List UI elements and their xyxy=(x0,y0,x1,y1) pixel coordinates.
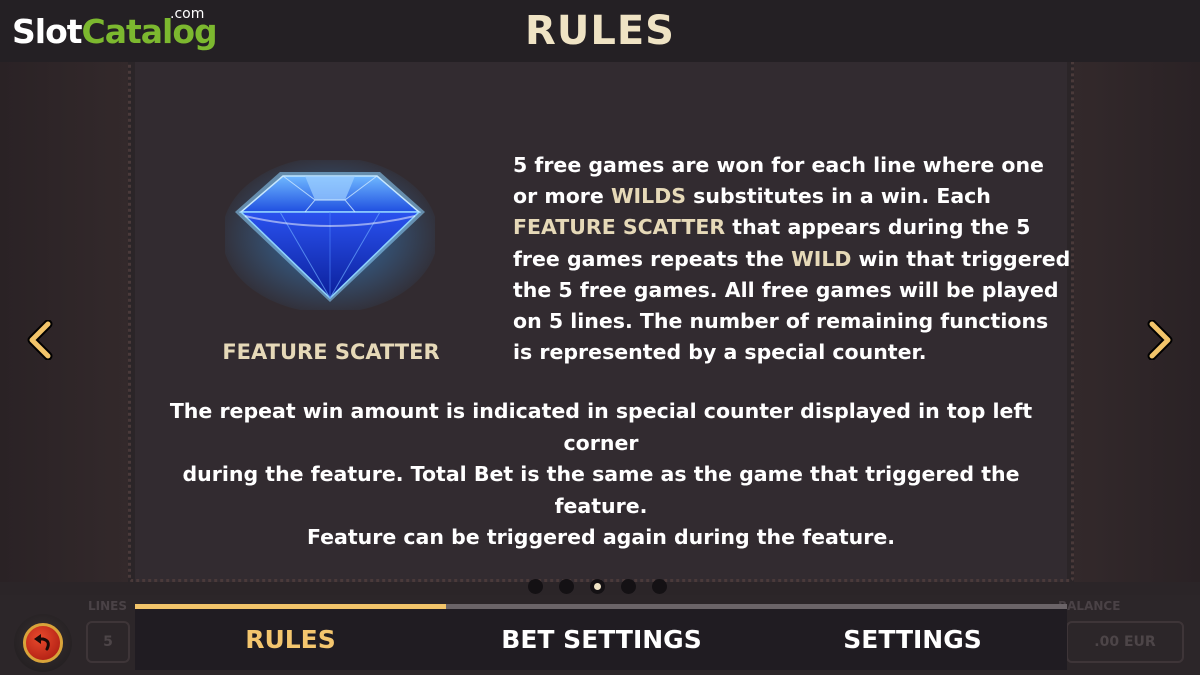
hud-balance-box: .00 EUR xyxy=(1066,621,1184,663)
page-dot[interactable] xyxy=(652,579,667,594)
page-indicator xyxy=(528,579,667,594)
hud-lines-label: LINES xyxy=(88,599,127,613)
feature-description: 5 free games are won for each line where… xyxy=(513,150,1073,368)
hud-lines-box: 5 xyxy=(86,621,130,663)
page-title: RULES xyxy=(525,8,675,54)
blue-diamond-icon xyxy=(222,157,438,313)
hud-lines-value: 5 xyxy=(103,634,113,650)
chevron-left-icon xyxy=(27,320,53,360)
tab-bet-settings[interactable]: BET SETTINGS xyxy=(446,609,757,670)
background-left xyxy=(0,62,128,582)
note-line: The repeat win amount is indicated in sp… xyxy=(169,399,1033,455)
page-dot[interactable] xyxy=(621,579,636,594)
back-button[interactable] xyxy=(14,614,72,672)
description-text-2: substitutes in a win. Each xyxy=(686,184,991,209)
feature-scatter-label: FEATURE SCATTER xyxy=(222,340,440,364)
top-bar: SlotCatalog .com RULES xyxy=(0,0,1200,62)
note-line: Feature can be triggered again during th… xyxy=(306,525,896,549)
next-page-button[interactable] xyxy=(1142,318,1176,362)
description-highlight-wilds: WILDS xyxy=(610,184,687,209)
hud-balance-value: .00 EUR xyxy=(1094,634,1156,650)
page-dot[interactable] xyxy=(559,579,574,594)
background-right xyxy=(1074,62,1200,582)
description-highlight-feature-scatter: FEATURE SCATTER xyxy=(513,215,726,240)
note-line: during the feature. Total Bet is the sam… xyxy=(182,462,1020,518)
tab-rules[interactable]: RULES xyxy=(135,609,446,670)
page-dot[interactable] xyxy=(528,579,543,594)
page-dot-active[interactable] xyxy=(590,579,605,594)
description-highlight-wild: WILD xyxy=(791,246,852,271)
back-arrow-icon xyxy=(23,623,63,663)
feature-note: The repeat win amount is indicated in sp… xyxy=(135,396,1067,554)
chevron-right-icon xyxy=(1147,320,1173,360)
tab-settings[interactable]: SETTINGS xyxy=(757,609,1068,670)
menu-tabs: RULES BET SETTINGS SETTINGS xyxy=(135,604,1067,670)
previous-page-button[interactable] xyxy=(24,318,58,362)
